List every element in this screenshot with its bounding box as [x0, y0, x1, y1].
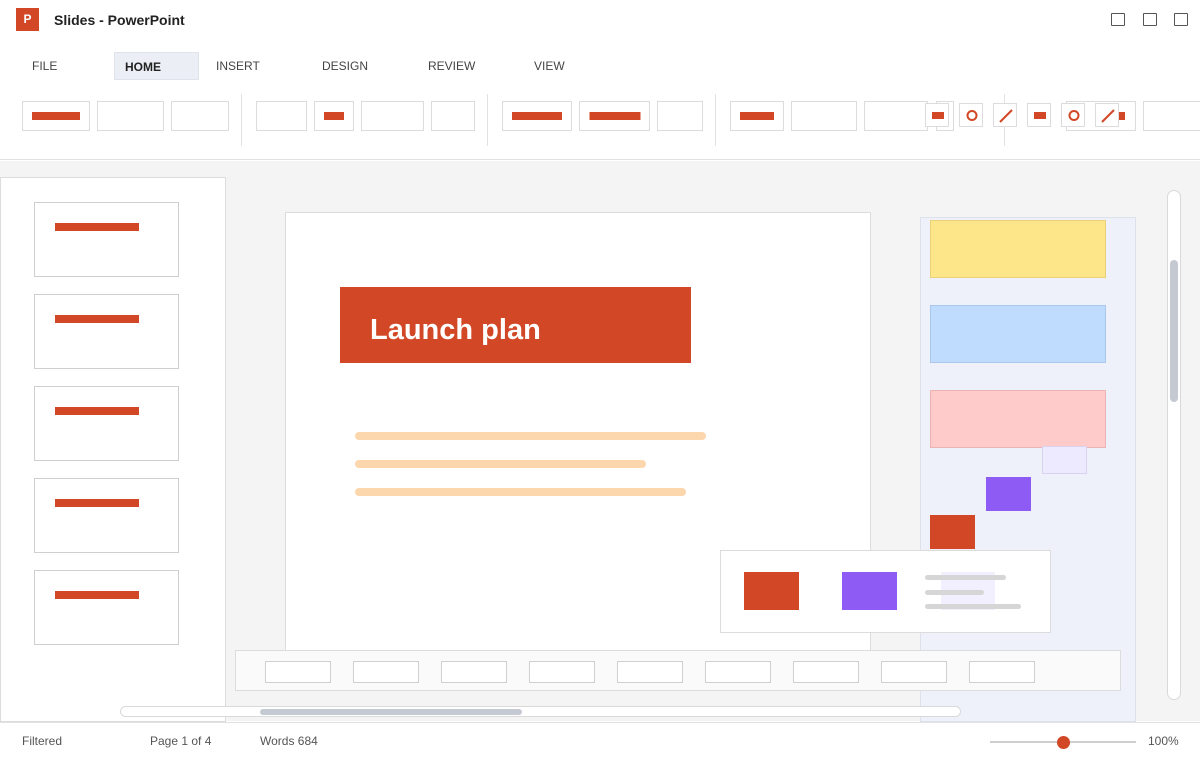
line-icon[interactable] — [993, 103, 1017, 127]
popover-swatch-red[interactable] — [744, 572, 799, 610]
text-line-placeholder — [355, 488, 686, 496]
slide-thumbnail-4[interactable] — [34, 478, 179, 553]
ribbon-button[interactable] — [22, 101, 90, 131]
horizontal-scrollbar[interactable] — [120, 706, 961, 717]
filter-status: Filtered — [22, 734, 63, 748]
circle-icon[interactable] — [959, 103, 983, 127]
ribbon-divider — [715, 94, 716, 146]
strip-button[interactable] — [969, 661, 1035, 683]
tab-file[interactable]: FILE — [22, 52, 67, 80]
rectangle-icon[interactable] — [1027, 103, 1051, 127]
sticky-note-blue[interactable] — [930, 305, 1106, 363]
ribbon-button[interactable] — [864, 101, 928, 131]
horizontal-scroll-thumb[interactable] — [260, 709, 522, 715]
ribbon-button[interactable] — [97, 101, 164, 131]
slide-thumbnail-5[interactable] — [34, 570, 179, 645]
shape-lavender[interactable] — [1042, 446, 1087, 474]
ribbon-button[interactable] — [431, 101, 475, 131]
popover-swatch-purple[interactable] — [842, 572, 897, 610]
window-title: Slides - PowerPoint — [54, 12, 185, 28]
ribbon-button[interactable] — [256, 101, 307, 131]
ribbon-divider — [487, 94, 488, 146]
tab-design[interactable]: DESIGN — [312, 52, 378, 80]
slide-title: Launch plan — [370, 314, 541, 346]
slide-thumbnail-1[interactable] — [34, 202, 179, 277]
strip-button[interactable] — [793, 661, 859, 683]
vertical-scroll-thumb[interactable] — [1170, 260, 1178, 402]
strip-button[interactable] — [529, 661, 595, 683]
shape-purple[interactable] — [986, 477, 1031, 511]
ribbon-button[interactable] — [502, 101, 572, 131]
close-button[interactable] — [1174, 13, 1188, 26]
shape-red[interactable] — [930, 515, 975, 549]
sticky-note-yellow[interactable] — [930, 220, 1106, 278]
rectangle-icon[interactable] — [925, 103, 949, 127]
powerpoint-logo-icon: P — [16, 8, 39, 31]
ribbon-button[interactable] — [657, 101, 703, 131]
ribbon-button[interactable] — [314, 101, 354, 131]
ribbon-button[interactable] — [1143, 101, 1200, 131]
text-line-placeholder — [355, 460, 646, 468]
ribbon-button[interactable] — [791, 101, 857, 131]
ribbon-button[interactable] — [361, 101, 424, 131]
strip-button[interactable] — [881, 661, 947, 683]
text-line-placeholder — [355, 432, 706, 440]
ribbon-button[interactable] — [730, 101, 784, 131]
zoom-level: 100% — [1148, 734, 1179, 748]
strip-button[interactable] — [705, 661, 771, 683]
minimize-button[interactable] — [1111, 13, 1125, 26]
slide-thumbnail-2[interactable] — [34, 294, 179, 369]
popover-text-line — [925, 590, 984, 595]
strip-button[interactable] — [441, 661, 507, 683]
popover-text-line — [925, 575, 1006, 580]
ribbon-button[interactable] — [579, 101, 650, 131]
slide-thumbnail-3[interactable] — [34, 386, 179, 461]
ribbon-divider — [241, 94, 242, 146]
tab-insert[interactable]: INSERT — [206, 52, 270, 80]
shape-pane — [920, 217, 1136, 722]
strip-button[interactable] — [617, 661, 683, 683]
tab-review[interactable]: REVIEW — [418, 52, 485, 80]
strip-button[interactable] — [265, 661, 331, 683]
tab-home[interactable]: HOME — [114, 52, 199, 80]
ribbon-button[interactable] — [171, 101, 229, 131]
popover-text-line — [925, 604, 1021, 609]
word-count: Words 684 — [260, 734, 318, 748]
tab-view[interactable]: VIEW — [524, 52, 575, 80]
zoom-slider-handle[interactable] — [1056, 736, 1070, 749]
circle-icon[interactable] — [1061, 103, 1085, 127]
page-indicator: Page 1 of 4 — [150, 734, 212, 748]
maximize-button[interactable] — [1143, 13, 1157, 26]
sticky-note-pink[interactable] — [930, 390, 1106, 448]
line-icon[interactable] — [1095, 103, 1119, 127]
strip-button[interactable] — [353, 661, 419, 683]
